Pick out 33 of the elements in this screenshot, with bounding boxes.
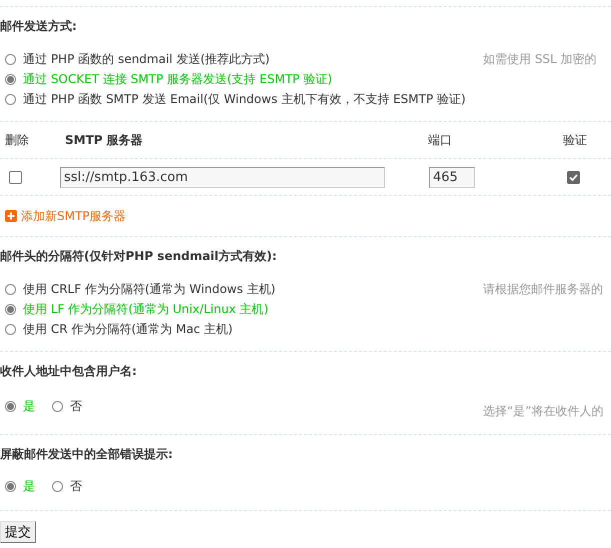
radio-button[interactable]: [5, 54, 16, 64]
radio-button[interactable]: [5, 324, 16, 334]
radio-label[interactable]: 否: [70, 398, 82, 415]
section-title: 邮件头的分隔符(仅针对PHP sendmail方式有效):: [0, 248, 278, 265]
auth-checkbox[interactable]: [567, 170, 580, 184]
column-header: 删除: [4, 132, 30, 148]
column-header: 端口: [427, 132, 453, 148]
port-field[interactable]: 465: [429, 166, 475, 188]
radio-button[interactable]: [52, 401, 63, 412]
hint-text: 请根据您邮件服务器的: [483, 281, 604, 298]
radio-button[interactable]: [5, 284, 16, 294]
radio-label[interactable]: 通过 PHP 函数的 sendmail 发送(推荐此方式): [23, 50, 270, 68]
radio-label[interactable]: 通过 PHP 函数 SMTP 发送 Email(仅 Windows 主机下有效，不支持 ESMTP 验证): [23, 90, 466, 108]
radio-button[interactable]: [5, 304, 16, 314]
hint-text: 如需使用 SSL 加密的: [483, 51, 598, 68]
hint-text: 选择“是”将在收件人的: [483, 403, 604, 420]
section-title: 屏蔽邮件发送中的全部错误提示:: [0, 446, 174, 463]
radio-button[interactable]: [5, 480, 16, 492]
radio-button[interactable]: [5, 401, 16, 412]
radio-label[interactable]: 使用 CRLF 作为分隔符(通常为 Windows 主机): [23, 280, 276, 298]
radio-label[interactable]: 否: [70, 478, 82, 494]
delete-checkbox[interactable]: [9, 170, 22, 184]
section-title: 收件人地址中包含用户名:: [0, 363, 138, 380]
submit-button[interactable]: 提交: [0, 521, 36, 543]
section-title: 邮件发送方式:: [0, 18, 78, 35]
server-field[interactable]: ssl://smtp.163.com: [60, 166, 385, 188]
radio-button[interactable]: [5, 74, 16, 84]
radio-button[interactable]: [52, 480, 63, 492]
radio-label[interactable]: 使用 CR 作为分隔符(通常为 Mac 主机): [23, 320, 233, 338]
radio-button[interactable]: [5, 94, 16, 104]
column-header: SMTP 服务器: [64, 132, 144, 148]
column-header: 验证: [562, 132, 588, 148]
plus-icon[interactable]: [5, 210, 17, 222]
